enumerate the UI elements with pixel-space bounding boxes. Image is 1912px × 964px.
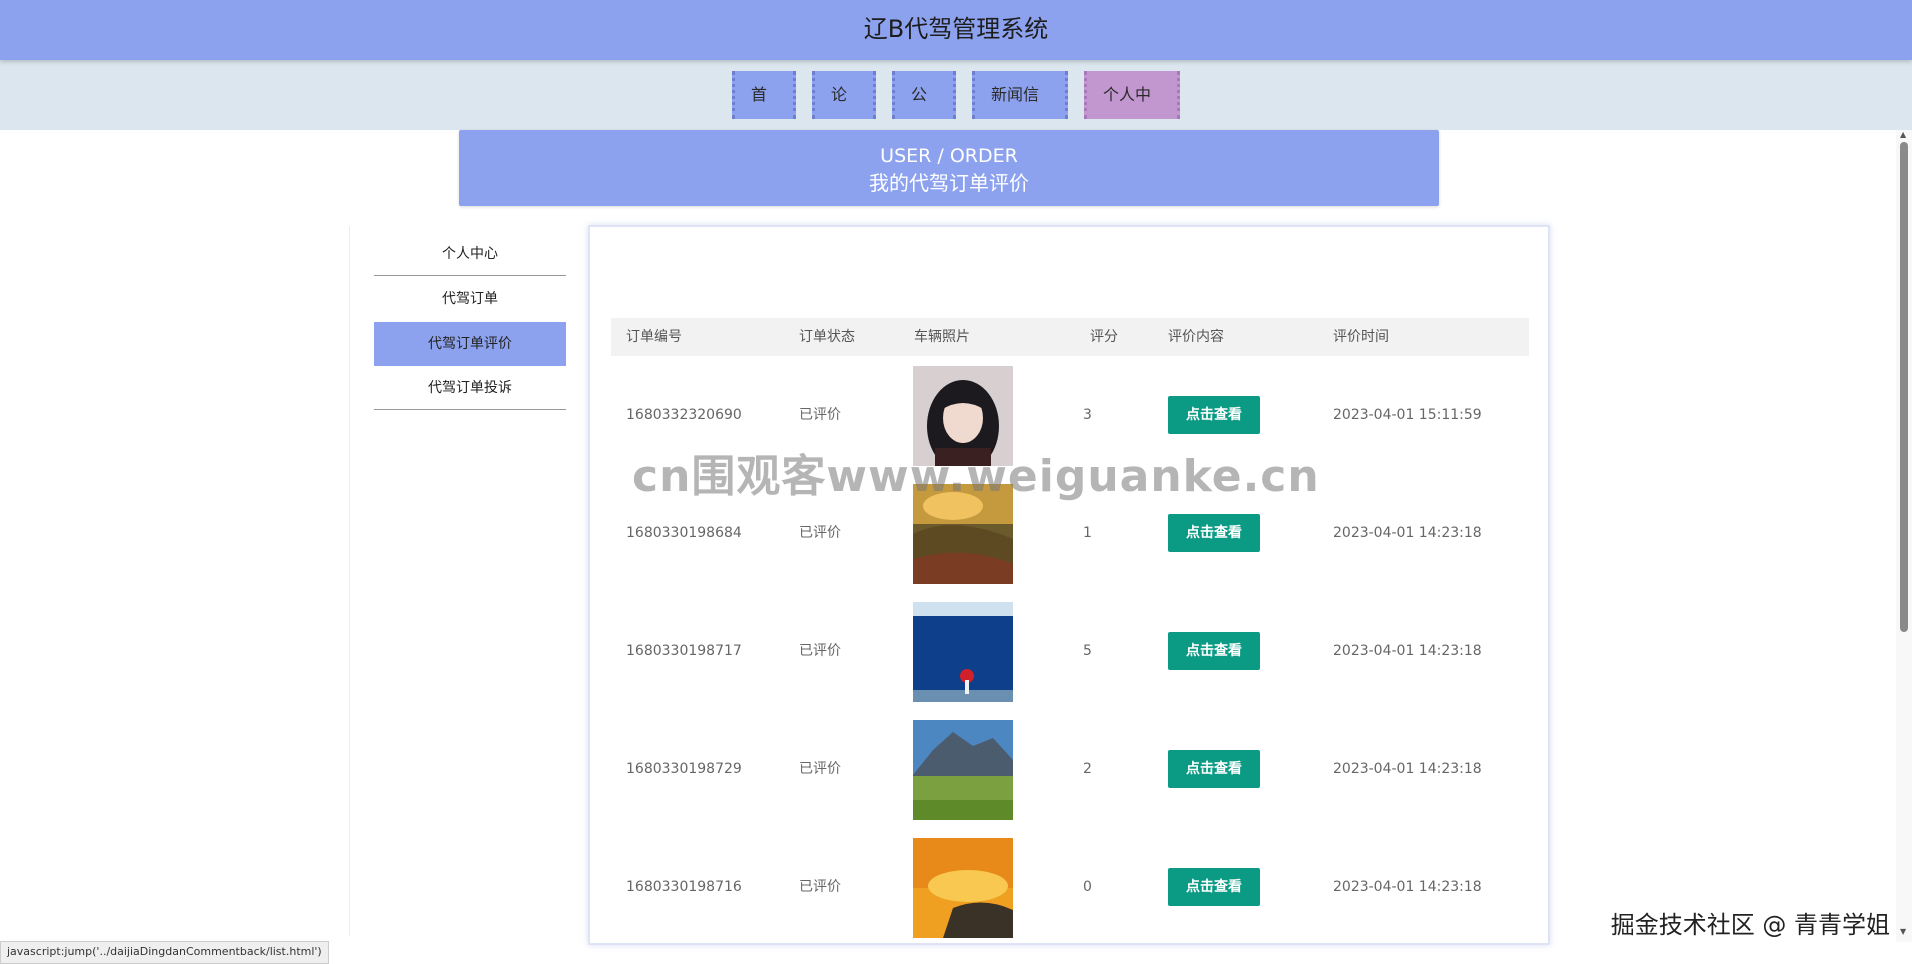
order-number: 1680330198717	[626, 643, 742, 659]
view-review-button[interactable]: 点击查看	[1168, 750, 1260, 788]
content-panel: 订单编号 订单状态 车辆照片 评分 评价内容 评价时间 168033232069…	[588, 225, 1550, 945]
sidebar-item-order-reviews[interactable]: 代驾订单评价	[374, 322, 566, 366]
vehicle-photo	[913, 838, 1013, 938]
table-row: 1680330198729 已评价 2 点击查看 2023-04-01 14:2…	[611, 710, 1529, 828]
page-title: 我的代驾订单评价	[869, 171, 1029, 195]
order-number: 1680330198729	[626, 761, 742, 777]
score: 5	[1083, 643, 1092, 659]
sidebar-item-orders[interactable]: 代驾订单	[374, 277, 566, 321]
nav-item-notice[interactable]: 公告	[892, 71, 956, 152]
sidebar-item-order-complaints[interactable]: 代驾订单投诉	[374, 366, 566, 410]
nav-item-personal-center[interactable]: 个人中心	[1084, 71, 1180, 152]
vehicle-photo	[913, 602, 1013, 702]
view-review-button[interactable]: 点击查看	[1168, 514, 1260, 552]
browser-status-bar: javascript:jump('../daijiaDingdanComment…	[0, 941, 329, 964]
nav-item-home[interactable]: 首页	[732, 71, 796, 152]
review-time: 2023-04-01 14:23:18	[1333, 879, 1482, 895]
main-nav: 首页 论坛 公告 新闻信息 个人中心	[0, 71, 1912, 152]
nav-item-news[interactable]: 新闻信息	[972, 71, 1068, 152]
order-status: 已评价	[799, 407, 841, 423]
banner-subtitle-en: USER / ORDER	[880, 145, 1018, 167]
table-row: 1680330198716 已评价 0 点击查看 2023-04-01 14:2…	[611, 828, 1529, 946]
view-review-button[interactable]: 点击查看	[1168, 632, 1260, 670]
order-number: 1680330198684	[626, 525, 742, 541]
column-header: 评价内容	[1168, 329, 1224, 345]
sidebar: 个人中心 代驾订单 代驾订单评价 代驾订单投诉	[349, 226, 590, 936]
order-status: 已评价	[799, 643, 841, 659]
app-header: 辽B代驾管理系统	[0, 0, 1912, 60]
scroll-thumb[interactable]	[1900, 142, 1908, 632]
page-banner: USER / ORDER 我的代驾订单评价	[459, 130, 1439, 206]
order-status: 已评价	[799, 525, 841, 541]
app-title: 辽B代驾管理系统	[863, 15, 1049, 43]
column-header: 评分	[1090, 329, 1118, 345]
review-time: 2023-04-01 14:23:18	[1333, 525, 1482, 541]
view-review-button[interactable]: 点击查看	[1168, 396, 1260, 434]
nav-item-forum[interactable]: 论坛	[812, 71, 876, 152]
credit-watermark: 掘金技术社区 @ 青青学姐	[1610, 911, 1890, 939]
vehicle-photo	[913, 366, 1013, 466]
score: 3	[1083, 407, 1092, 423]
column-header: 评价时间	[1333, 329, 1389, 345]
score: 2	[1083, 761, 1092, 777]
column-header: 车辆照片	[914, 329, 970, 345]
vehicle-photo	[913, 720, 1013, 820]
vehicle-photo	[913, 484, 1013, 584]
review-time: 2023-04-01 14:23:18	[1333, 761, 1482, 777]
sidebar-item-personal-center[interactable]: 个人中心	[374, 232, 566, 276]
score: 0	[1083, 879, 1092, 895]
review-time: 2023-04-01 14:23:18	[1333, 643, 1482, 659]
order-number: 1680330198716	[626, 879, 742, 895]
table-header: 订单编号 订单状态 车辆照片 评分 评价内容 评价时间	[611, 318, 1529, 356]
review-time: 2023-04-01 15:11:59	[1333, 407, 1482, 423]
order-number: 1680332320690	[626, 407, 742, 423]
table-row: 1680330198717 已评价 5 点击查看 2023-04-01 14:2…	[611, 592, 1529, 710]
order-status: 已评价	[799, 761, 841, 777]
column-header: 订单编号	[626, 329, 682, 345]
page-scrollbar[interactable]: ▲ ▼	[1896, 130, 1912, 942]
score: 1	[1083, 525, 1092, 541]
order-status: 已评价	[799, 879, 841, 895]
column-header: 订单状态	[799, 329, 855, 345]
table-row: 1680330198684 已评价 1 点击查看 2023-04-01 14:2…	[611, 474, 1529, 592]
scroll-up-icon[interactable]: ▲	[1900, 130, 1906, 139]
view-review-button[interactable]: 点击查看	[1168, 868, 1260, 906]
scroll-down-icon[interactable]: ▼	[1900, 927, 1906, 936]
table-row: 1680332320690 已评价 3 点击查看 2023-04-01 15:1…	[611, 356, 1529, 474]
